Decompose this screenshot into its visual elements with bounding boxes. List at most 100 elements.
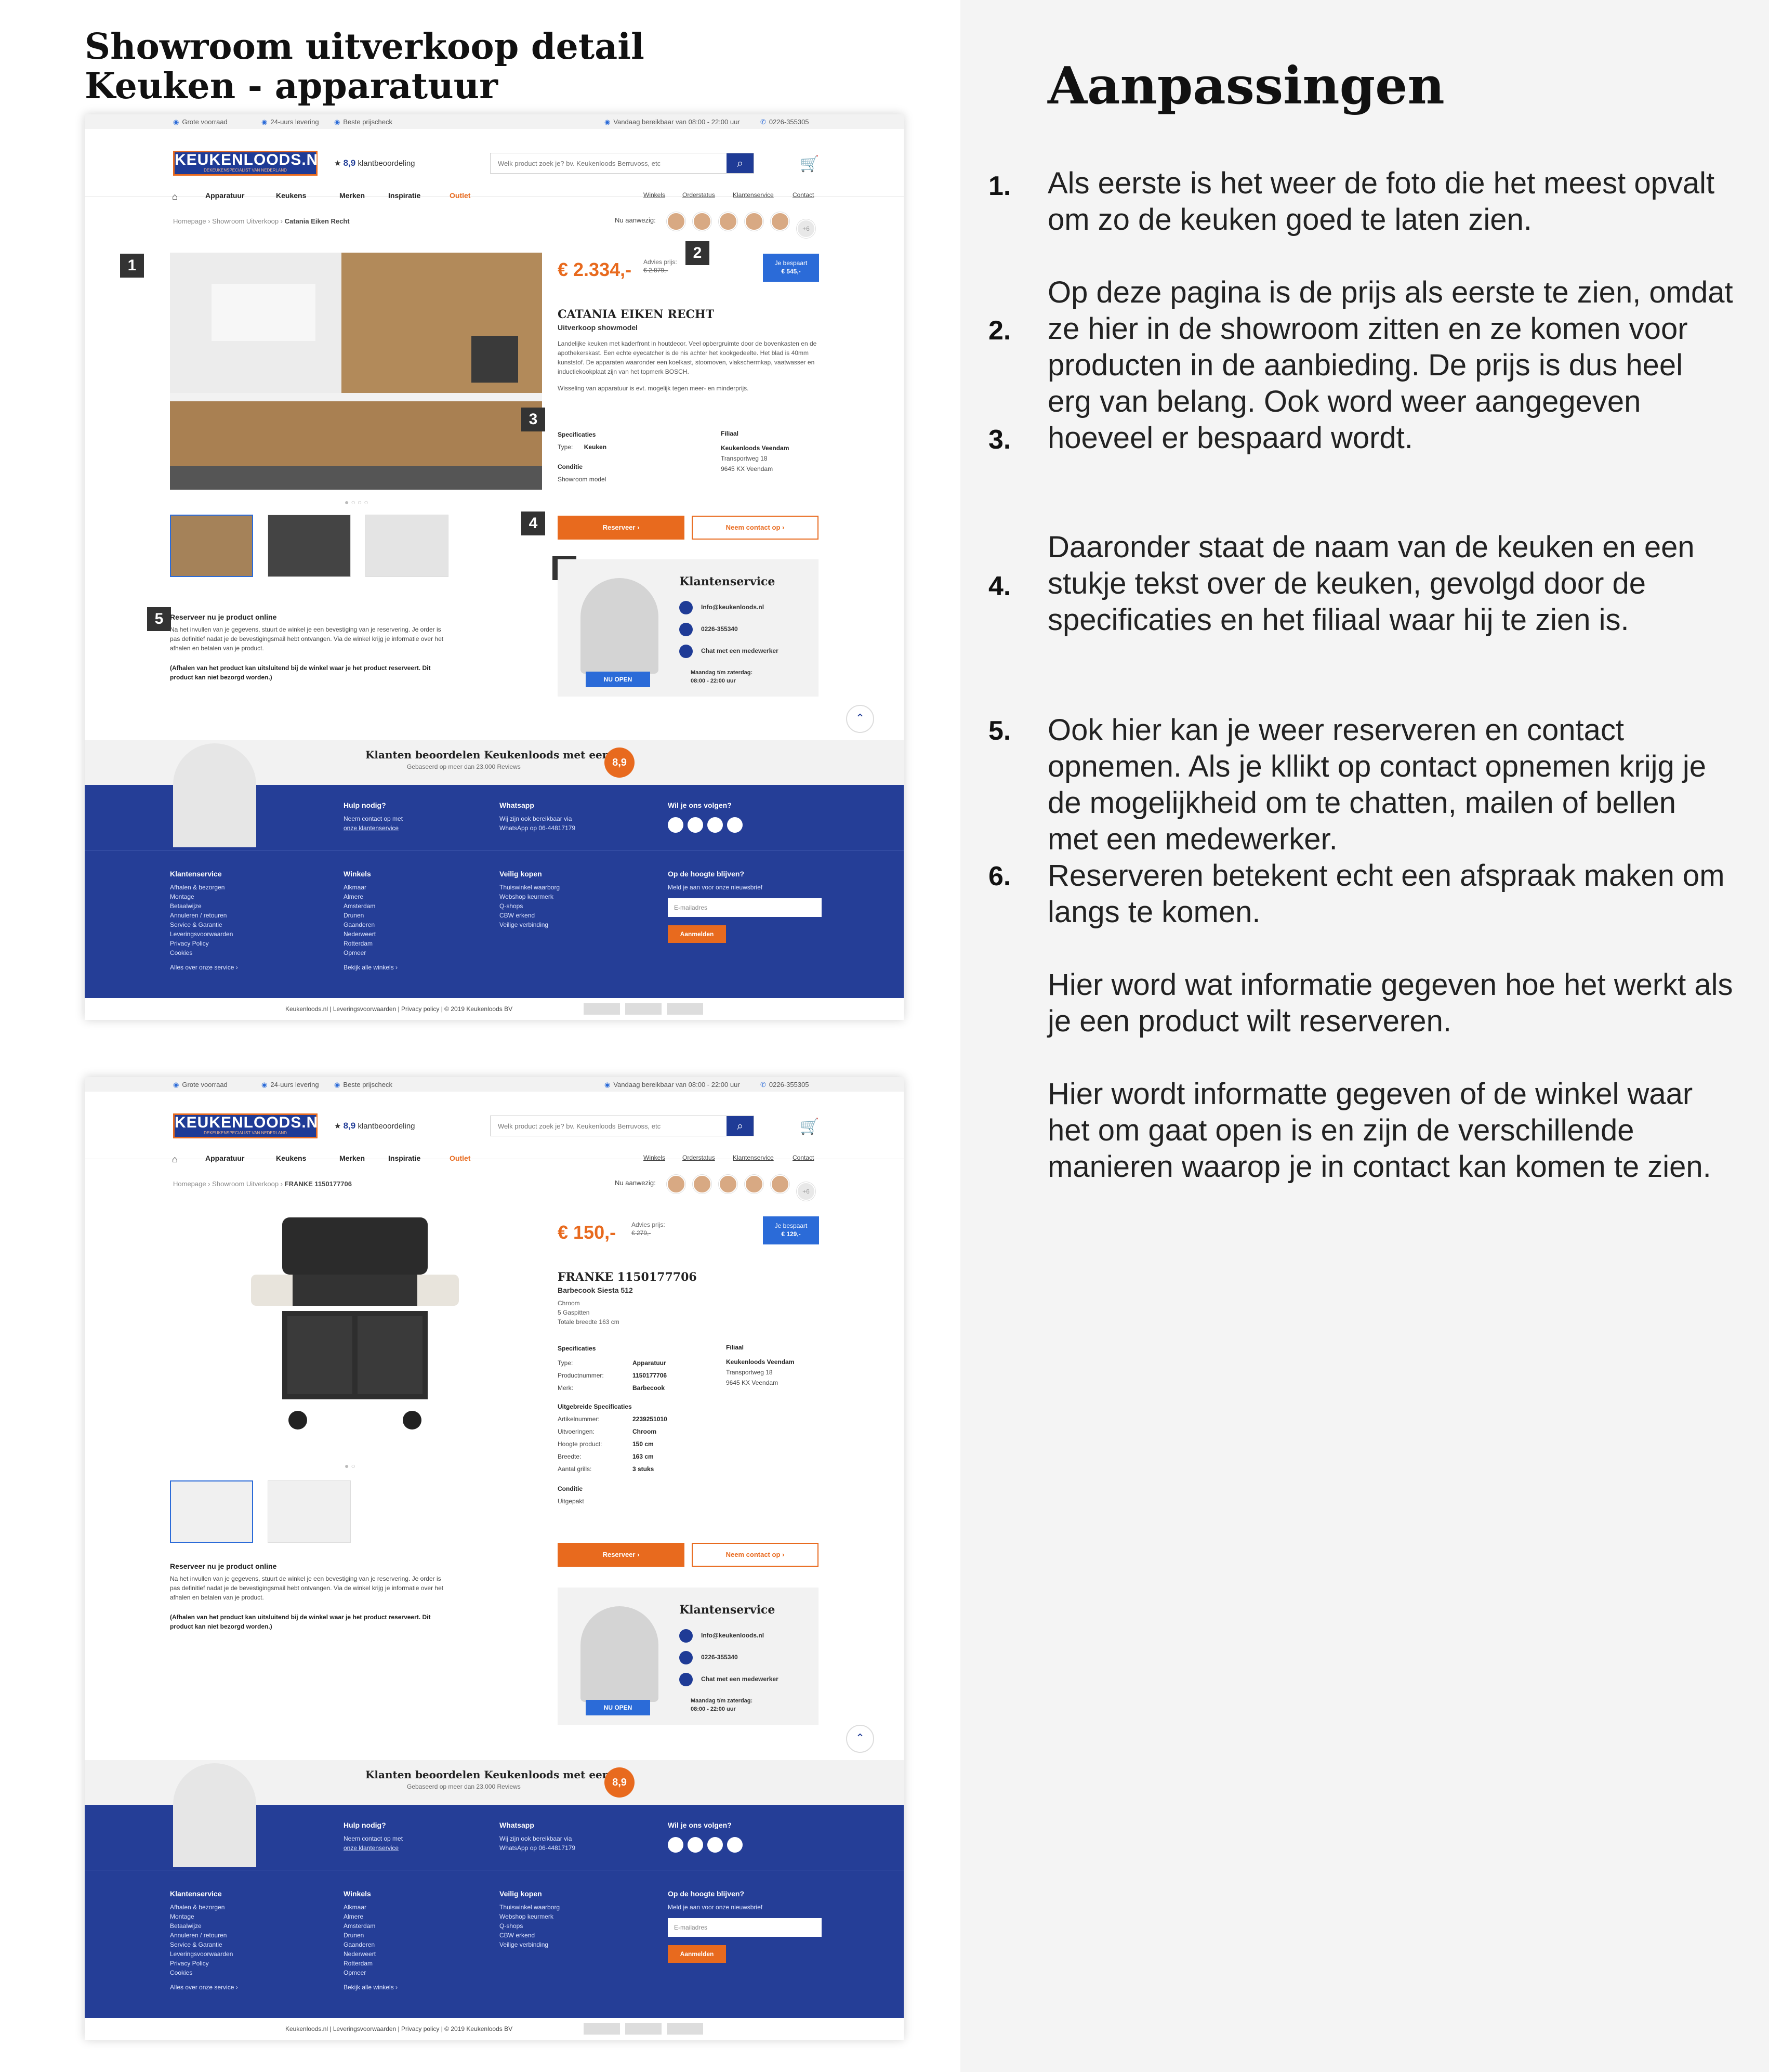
- logo[interactable]: KEUKENLOODS.NL DEKEUKENSPECIALIST VAN NED…: [173, 151, 328, 176]
- cart-icon[interactable]: 🛒: [800, 155, 819, 173]
- service-agent-photo: [580, 578, 658, 674]
- reserve-button[interactable]: Reserveer ›: [558, 1543, 684, 1567]
- search-icon[interactable]: ⌕: [727, 153, 754, 173]
- thumbnail-3[interactable]: [365, 515, 448, 577]
- klantenservice-links[interactable]: Afhalen & bezorgen Montage Betaalwijze A…: [170, 1903, 238, 1977]
- logo[interactable]: KEUKENLOODS.NL DEKEUKENSPECIALIST VAN NED…: [173, 1113, 328, 1138]
- product-image-kitchen[interactable]: [170, 253, 542, 492]
- reserve-info-note: (Afhalen van het product kan uitsluitend…: [170, 664, 431, 681]
- google-icon[interactable]: [668, 817, 683, 833]
- whatsapp-line-1: Wij zijn ook bereikbaar via: [499, 815, 572, 822]
- reach-info: ◉ Vandaag bereikbaar van 08:00 - 22:00 uu…: [604, 1081, 740, 1089]
- winkels-more[interactable]: Bekijk alle winkels ›: [344, 1983, 398, 1992]
- google-icon[interactable]: [668, 1837, 683, 1853]
- cart-icon[interactable]: 🛒: [800, 1118, 819, 1136]
- scroll-top-icon[interactable]: ⌃: [846, 705, 874, 733]
- newsletter-text: Meld je aan voor onze nieuwsbrief: [668, 884, 763, 891]
- winkels-more[interactable]: Bekijk alle winkels ›: [344, 963, 398, 972]
- nav-merken[interactable]: Merken: [339, 191, 365, 200]
- newsletter-submit-button[interactable]: Aanmelden: [668, 1945, 726, 1963]
- twitter-icon[interactable]: [688, 1837, 703, 1853]
- service-phone[interactable]: 0226-355340: [679, 1651, 738, 1664]
- facebook-icon[interactable]: [707, 817, 723, 833]
- search-input[interactable]: [491, 1116, 724, 1136]
- klantenservice-links[interactable]: Afhalen & bezorgen Montage Betaalwijze A…: [170, 883, 238, 958]
- carousel-dots[interactable]: ●○○○: [345, 498, 371, 506]
- crumb-showroom[interactable]: Showroom Uitverkoop: [212, 217, 279, 225]
- breadcrumb: Homepage › Showroom Uitverkoop › Catania…: [173, 217, 350, 225]
- footer-top: Hulp nodig? Neem contact op met onze klant…: [85, 1763, 904, 1870]
- screenshot-appliance: ◉ Grote voorraad ◉ 24-uurs levering ◉ Beste…: [85, 1077, 904, 2040]
- service-chat[interactable]: Chat met een medewerker: [679, 645, 778, 658]
- newsletter-email-input[interactable]: E-mailadres: [668, 1918, 822, 1937]
- newsletter-submit-button[interactable]: Aanmelden: [668, 925, 726, 943]
- scroll-top-icon[interactable]: ⌃: [846, 1725, 874, 1753]
- product-image-bbq[interactable]: [241, 1212, 469, 1436]
- contact-button[interactable]: Neem contact op ›: [692, 516, 819, 540]
- service-phone[interactable]: 0226-355340: [679, 623, 738, 636]
- newsletter-column: Op de hoogte blijven? Meld je aan voor on…: [668, 869, 762, 892]
- follow-heading: Wil je ons volgen?: [668, 801, 732, 809]
- nav-inspiratie[interactable]: Inspiratie: [388, 1154, 420, 1162]
- nav-klantenservice[interactable]: Klantenservice: [733, 1154, 774, 1161]
- nav-outlet[interactable]: Outlet: [450, 191, 470, 200]
- nav-winkels[interactable]: Winkels: [643, 1154, 665, 1161]
- veilig-links[interactable]: Thuiswinkel waarborg Webshop keurmerk Q-…: [499, 1903, 560, 1949]
- more-avatars[interactable]: +6: [797, 1182, 815, 1201]
- service-mail[interactable]: Info@keukenloods.nl: [679, 1629, 764, 1643]
- thumbnail-2[interactable]: [268, 515, 351, 577]
- nav-apparatuur[interactable]: Apparatuur: [205, 191, 244, 200]
- phone-info[interactable]: ✆ 0226-355305: [760, 1081, 809, 1089]
- facebook-icon[interactable]: [707, 1837, 723, 1853]
- nav-keukens[interactable]: Keukens: [276, 191, 306, 200]
- page-title: Showroom uitverkoop detail Keuken - appa…: [85, 27, 644, 106]
- phone-info[interactable]: ✆ 0226-355305: [760, 118, 809, 126]
- contact-button[interactable]: Neem contact op ›: [692, 1543, 819, 1567]
- winkels-links[interactable]: Alkmaar Almere Amsterdam Drunen Gaandere…: [344, 1903, 398, 1977]
- legal-links[interactable]: Keukenloods.nl | Leveringsvoorwaarden | …: [285, 1005, 512, 1013]
- nav-inspiratie[interactable]: Inspiratie: [388, 191, 420, 200]
- veilig-links[interactable]: Thuiswinkel waarborg Webshop keurmerk Q-…: [499, 883, 560, 929]
- service-chat[interactable]: Chat met een medewerker: [679, 1673, 778, 1686]
- winkels-links[interactable]: Alkmaar Almere Amsterdam Drunen Gaandere…: [344, 883, 398, 958]
- nav-apparatuur[interactable]: Apparatuur: [205, 1154, 244, 1162]
- nav-contact[interactable]: Contact: [793, 191, 814, 199]
- thumbnail-2[interactable]: [268, 1480, 351, 1543]
- more-avatars[interactable]: +6: [797, 219, 815, 238]
- newsletter-email-input[interactable]: E-mailadres: [668, 898, 822, 917]
- reserve-button[interactable]: Reserveer ›: [558, 516, 684, 540]
- thumbnail-1[interactable]: [170, 515, 253, 577]
- open-status-badge: NU OPEN: [586, 1700, 650, 1715]
- nav-orderstatus[interactable]: Orderstatus: [682, 191, 715, 199]
- service-mail[interactable]: Info@keukenloods.nl: [679, 601, 764, 614]
- crumb-showroom[interactable]: Showroom Uitverkoop: [212, 1180, 279, 1188]
- nav-contact[interactable]: Contact: [793, 1154, 814, 1161]
- home-icon[interactable]: ⌂: [172, 1154, 178, 1165]
- nav-keukens[interactable]: Keukens: [276, 1154, 306, 1162]
- klantenservice-more[interactable]: Alles over onze service ›: [170, 1983, 238, 1992]
- crumb-home[interactable]: Homepage: [173, 217, 206, 225]
- legal-links[interactable]: Keukenloods.nl | Leveringsvoorwaarden | …: [285, 2025, 512, 2032]
- crumb-home[interactable]: Homepage: [173, 1180, 206, 1188]
- help-link[interactable]: onze klantenservice: [344, 823, 403, 833]
- nav-winkels[interactable]: Winkels: [643, 191, 665, 199]
- nav-orderstatus[interactable]: Orderstatus: [682, 1154, 715, 1161]
- nav-outlet[interactable]: Outlet: [450, 1154, 470, 1162]
- home-icon[interactable]: ⌂: [172, 191, 178, 202]
- nav-klantenservice[interactable]: Klantenservice: [733, 191, 774, 199]
- search-input[interactable]: [491, 153, 724, 173]
- phone-icon: [679, 1651, 693, 1664]
- help-link[interactable]: onze klantenservice: [344, 1843, 403, 1853]
- thumbnail-1[interactable]: [170, 1480, 253, 1543]
- youtube-icon[interactable]: [727, 817, 743, 833]
- review-title: Klanten beoordelen Keukenloods met een: [365, 1768, 610, 1781]
- klantenservice-more[interactable]: Alles over onze service ›: [170, 963, 238, 972]
- nav-merken[interactable]: Merken: [339, 1154, 365, 1162]
- service-card: NU OPEN Klantenservice Info@keukenloods.…: [558, 1588, 819, 1725]
- review-subtitle: Gebaseerd op meer dan 23.000 Reviews: [407, 1783, 521, 1790]
- twitter-icon[interactable]: [688, 817, 703, 833]
- carousel-dots[interactable]: ●○: [345, 1462, 358, 1470]
- youtube-icon[interactable]: [727, 1837, 743, 1853]
- search-icon[interactable]: ⌕: [727, 1116, 754, 1136]
- phone-icon: [679, 623, 693, 636]
